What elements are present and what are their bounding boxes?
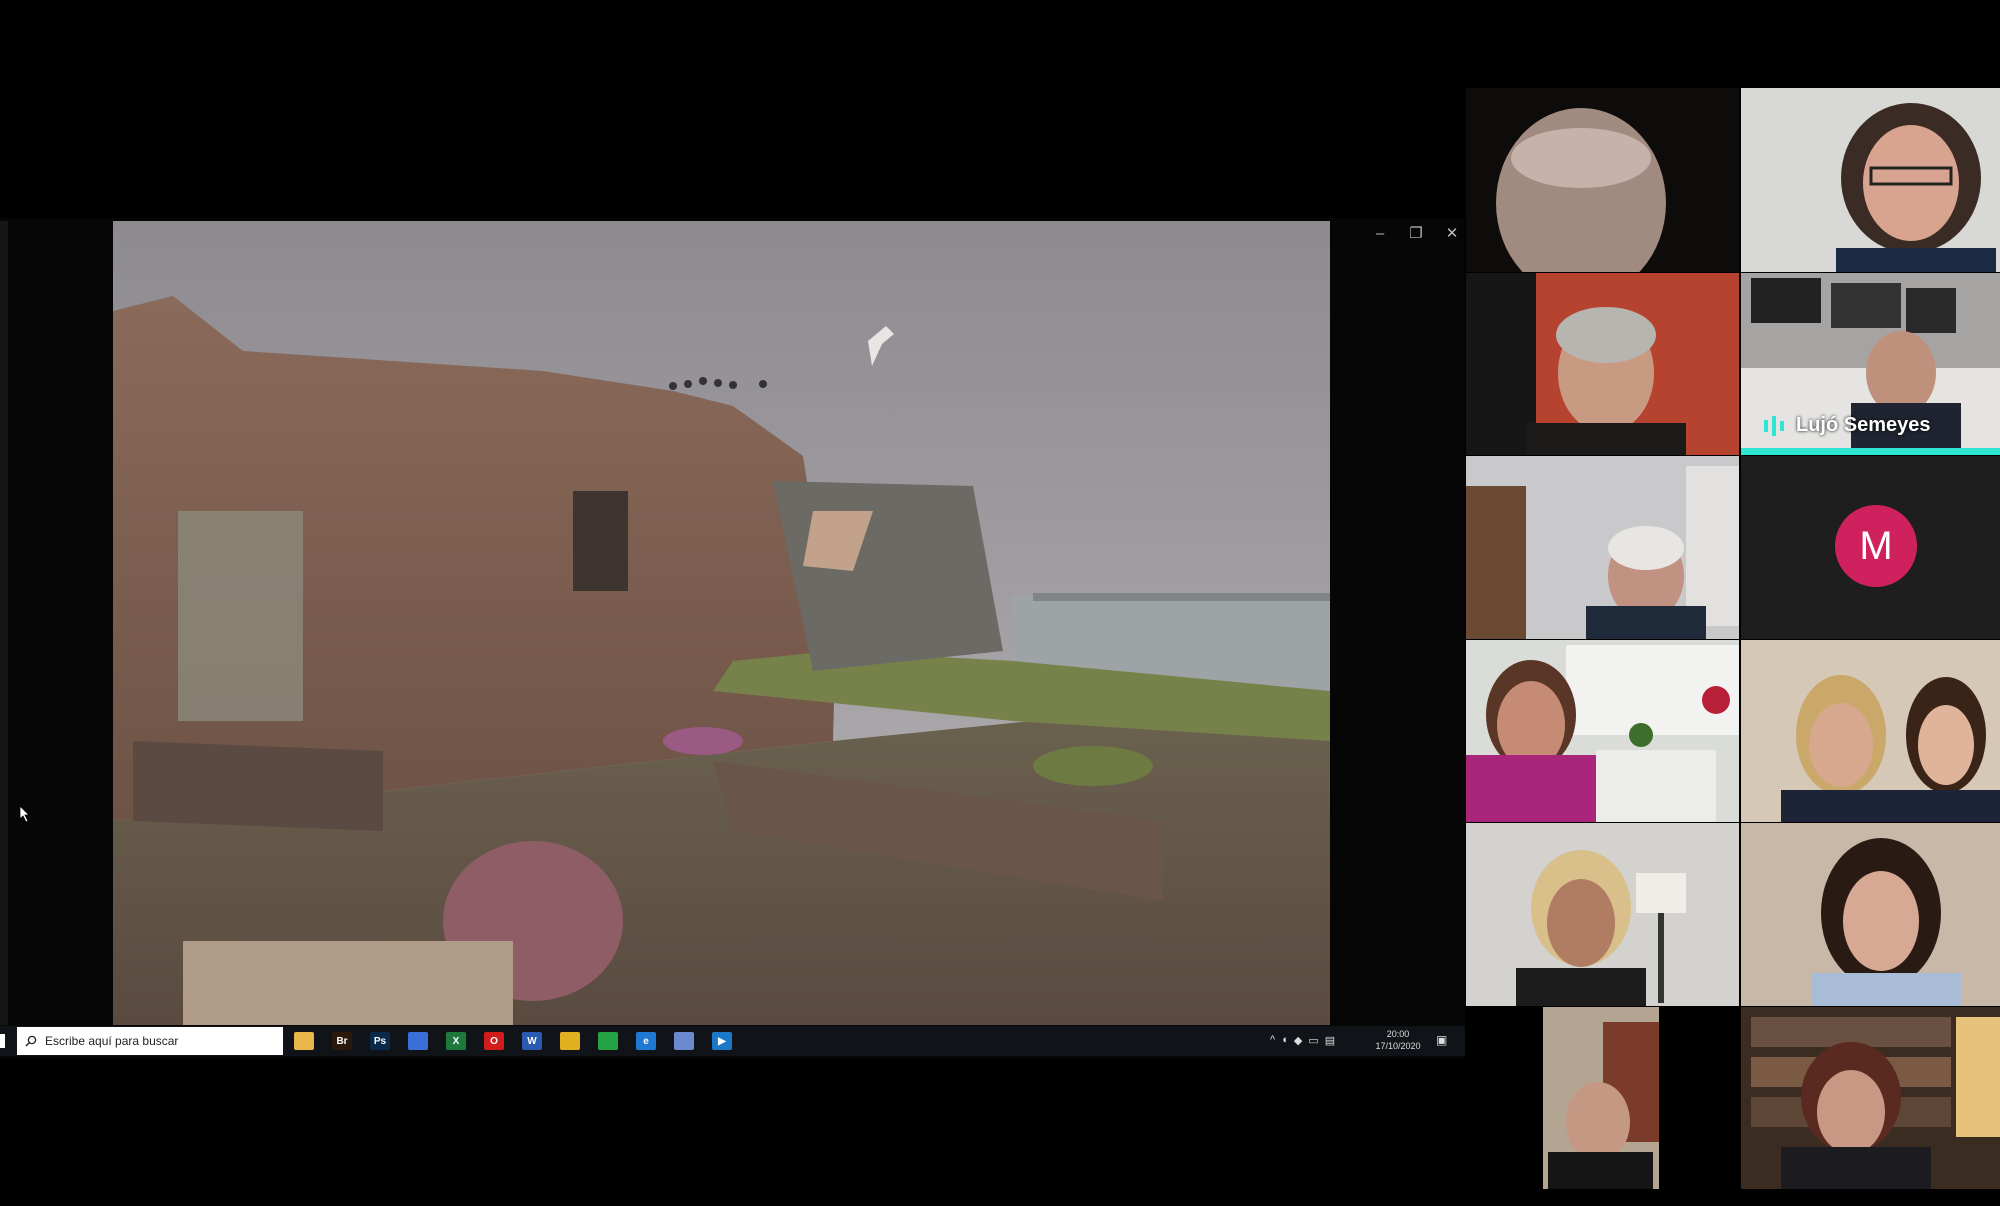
speaking-participant-label: Lujó Semeyes	[1762, 410, 1931, 440]
taskbar-clock[interactable]: 20:00 17/10/2020	[1368, 1028, 1428, 1054]
dropbox-icon[interactable]: ◆	[1294, 1034, 1302, 1047]
whatsapp-icon[interactable]	[598, 1032, 618, 1050]
active-speaker-indicator	[1741, 448, 2000, 455]
participant-name: Lujó Semeyes	[1796, 413, 1931, 436]
participant-tile[interactable]: M	[1741, 456, 2000, 639]
edge-icon[interactable]: e	[636, 1032, 656, 1050]
clock-date: 17/10/2020	[1375, 1041, 1421, 1051]
mouse-cursor-icon	[20, 806, 30, 822]
participant-tile[interactable]	[1466, 88, 1739, 272]
participant-tile[interactable]	[1466, 456, 1739, 639]
window-controls: – ❐ ✕	[1366, 222, 1466, 244]
shared-screen-edge	[0, 221, 8, 1025]
chrome-icon[interactable]	[560, 1032, 580, 1050]
network-app-icon[interactable]	[674, 1032, 694, 1050]
close-button[interactable]: ✕	[1444, 224, 1460, 242]
clock-time: 20:00	[1386, 1029, 1410, 1039]
search-placeholder: Escribe aquí para buscar	[45, 1034, 179, 1048]
shared-photo-ruined-building	[113, 221, 1330, 1025]
participant-tile[interactable]	[1741, 823, 2000, 1006]
volume-icon[interactable]: ◖	[1281, 1034, 1288, 1046]
avatar: M	[1835, 505, 1917, 587]
bridge-icon[interactable]: Br	[332, 1032, 352, 1050]
audio-level-icon	[1764, 416, 1784, 436]
system-tray: ^ ◖ ◆ ▭ ▤	[1270, 1030, 1370, 1050]
participant-tile[interactable]	[1741, 640, 2000, 822]
excel-icon[interactable]: X	[446, 1032, 466, 1050]
participant-tile[interactable]	[1543, 1007, 1659, 1189]
network-icon[interactable]: ▭	[1308, 1034, 1318, 1047]
photoshop-icon[interactable]: Ps	[370, 1032, 390, 1050]
participant-tile[interactable]	[1466, 273, 1739, 455]
notification-icon[interactable]: ▣	[1436, 1033, 1452, 1049]
participant-tile[interactable]	[1466, 640, 1739, 822]
file-explorer-icon[interactable]	[294, 1032, 314, 1050]
search-icon	[25, 1035, 37, 1047]
start-button[interactable]	[0, 1034, 5, 1048]
word-icon[interactable]: W	[522, 1032, 542, 1050]
opera-icon[interactable]: O	[484, 1032, 504, 1050]
participant-tile[interactable]	[1741, 88, 2000, 272]
participant-tile[interactable]	[1741, 1007, 2000, 1189]
minimize-button[interactable]: –	[1372, 225, 1388, 242]
taskbar-search-input[interactable]: Escribe aquí para buscar	[17, 1027, 283, 1055]
keyboard-icon[interactable]: ▤	[1325, 1034, 1335, 1047]
avatar-initial: M	[1859, 523, 1893, 568]
chevron-up-icon[interactable]: ^	[1270, 1034, 1275, 1046]
restore-button[interactable]: ❐	[1408, 224, 1424, 242]
book-app-icon[interactable]	[408, 1032, 428, 1050]
participant-tile[interactable]	[1466, 823, 1739, 1006]
media-app-icon[interactable]: ▶	[712, 1032, 732, 1050]
